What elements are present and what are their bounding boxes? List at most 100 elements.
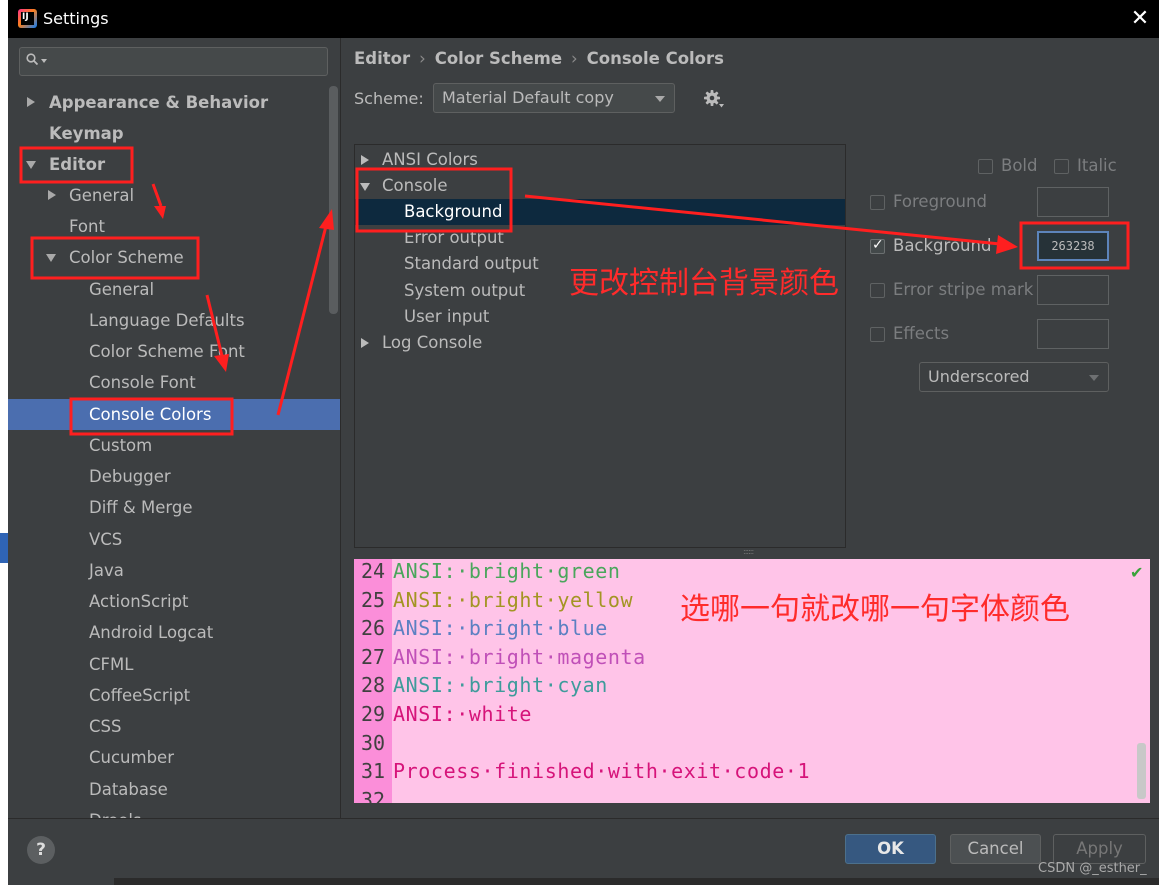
scheme-label: Scheme: [354, 89, 424, 108]
code-text: ANSI:·bright·cyan [393, 673, 608, 698]
attribute-tree: ANSI Colors Console Background Error out… [354, 144, 846, 548]
sidebar-item-color-scheme[interactable]: Color Scheme [8, 242, 340, 273]
settings-dialog: IJ Settings ✕ Appearance & Behavior Keym… [8, 0, 1159, 885]
intellij-app-icon: IJ [18, 9, 37, 28]
sidebar-item-editor[interactable]: Editor [8, 149, 340, 180]
cancel-button[interactable]: Cancel [950, 834, 1041, 864]
sidebar-item-language-defaults[interactable]: Language Defaults [8, 305, 340, 336]
line-number: 32 [361, 787, 386, 803]
effects-color-swatch[interactable] [1037, 319, 1109, 349]
sidebar-item-label: General [69, 186, 135, 205]
tree-node-console[interactable]: Console [355, 173, 845, 199]
sidebar-item-debugger[interactable]: Debugger [8, 461, 340, 492]
tree-node-system-output[interactable]: System output [355, 278, 845, 304]
error-stripe-checkbox[interactable] [870, 283, 885, 298]
expand-arrow-icon[interactable] [361, 155, 369, 165]
sidebar-item-console-colors[interactable]: Console Colors [8, 399, 340, 430]
expand-arrow-icon[interactable] [27, 97, 35, 107]
expand-arrow-icon[interactable] [361, 338, 369, 348]
background-window-fragment [0, 533, 8, 563]
code-line: 25 ANSI:·bright·yellow [354, 586, 1150, 615]
sidebar-item-label: CFML [89, 655, 134, 674]
sidebar-item-console-font[interactable]: Console Font [8, 367, 340, 398]
tree-node-ansi-colors[interactable]: ANSI Colors [355, 147, 845, 173]
sidebar-item-keymap[interactable]: Keymap [8, 118, 340, 149]
splitter-handle[interactable]: :::::: [743, 548, 761, 556]
tree-node-log-console[interactable]: Log Console [355, 330, 845, 356]
sidebar-item-cucumber[interactable]: Cucumber [8, 742, 340, 773]
code-text: ANSI:·bright·magenta [393, 644, 646, 669]
help-button[interactable]: ? [27, 836, 55, 864]
foreground-checkbox[interactable] [870, 195, 885, 210]
sidebar-item-label: Keymap [49, 124, 124, 143]
tree-node-background[interactable]: Background [355, 199, 845, 225]
sidebar-item-label: Font [69, 217, 105, 236]
line-number: 24 [361, 559, 386, 583]
collapse-arrow-icon[interactable] [360, 183, 370, 191]
sidebar-item-java[interactable]: Java [8, 555, 340, 586]
code-line: 32 [354, 786, 1150, 803]
bold-checkbox[interactable] [978, 159, 993, 174]
sidebar-item-label: General [89, 280, 155, 299]
tree-node-label: Error output [404, 228, 504, 247]
sidebar-item-diff-merge[interactable]: Diff & Merge [8, 492, 340, 523]
collapse-arrow-icon[interactable] [46, 254, 56, 262]
sidebar-item-database[interactable]: Database [8, 774, 340, 805]
tree-node-label: Standard output [404, 254, 539, 273]
sidebar-item-label: Debugger [89, 467, 171, 486]
foreground-color-swatch[interactable] [1037, 187, 1109, 217]
sidebar-item-label: Database [89, 780, 168, 799]
preview-scrollbar[interactable] [1137, 743, 1146, 799]
sidebar-item-vcs[interactable]: VCS [8, 524, 340, 555]
scheme-dropdown[interactable]: Material Default copy [433, 83, 675, 113]
sidebar-item-drools[interactable]: Drools [8, 805, 340, 818]
sidebar-item-coffeescript[interactable]: CoffeeScript [8, 680, 340, 711]
sidebar-item-appearance-behavior[interactable]: Appearance & Behavior [8, 87, 340, 118]
sidebar-item-label: Android Logcat [89, 623, 214, 642]
breadcrumb-editor[interactable]: Editor [354, 49, 410, 68]
sidebar-item-label: Diff & Merge [89, 498, 193, 517]
code-line: 24 ANSI:·bright·green [354, 559, 1150, 586]
tree-node-error-output[interactable]: Error output [355, 225, 845, 251]
close-icon[interactable]: ✕ [1127, 6, 1153, 32]
tree-node-label: Background [404, 202, 503, 221]
sidebar-item-custom[interactable]: Custom [8, 430, 340, 461]
error-stripe-color-swatch[interactable] [1037, 275, 1109, 305]
dialog-button-bar: ? OK Cancel Apply CSDN @_esther_ [8, 818, 1159, 885]
sidebar-item-css[interactable]: CSS [8, 711, 340, 742]
sidebar-item-label: Color Scheme Font [89, 342, 245, 361]
effects-checkbox[interactable] [870, 327, 885, 342]
tree-node-standard-output[interactable]: Standard output [355, 251, 845, 277]
sidebar-item-label: Custom [89, 436, 153, 455]
line-number: 28 [361, 673, 386, 698]
background-color-swatch[interactable]: 263238 [1037, 231, 1109, 261]
line-number: 27 [361, 644, 386, 669]
sidebar-item-font[interactable]: Font [8, 211, 340, 242]
sidebar-item-cfml[interactable]: CFML [8, 649, 340, 680]
tree-node-user-input[interactable]: User input [355, 304, 845, 330]
search-input[interactable] [19, 47, 328, 76]
sidebar-item-label: CSS [89, 717, 122, 736]
sidebar-item-color-scheme-font[interactable]: Color Scheme Font [8, 336, 340, 367]
sidebar-item-actionscript[interactable]: ActionScript [8, 586, 340, 617]
console-preview[interactable]: 24 ANSI:·bright·green 25 ANSI:·bright·yello… [354, 559, 1150, 803]
italic-checkbox[interactable] [1054, 159, 1069, 174]
sidebar-item-scheme-general[interactable]: General [8, 274, 340, 305]
expand-arrow-icon[interactable] [48, 190, 56, 200]
code-text: ANSI:·bright·blue [393, 616, 608, 641]
line-number: 31 [361, 759, 386, 784]
background-window-strip [0, 0, 8, 885]
background-checkbox[interactable] [870, 237, 885, 254]
sidebar-item-label: Cucumber [89, 748, 174, 767]
sidebar-item-android-logcat[interactable]: Android Logcat [8, 617, 340, 648]
ok-button[interactable]: OK [845, 834, 936, 864]
sidebar-item-label: Color Scheme [69, 248, 184, 267]
dropdown-caret-icon [655, 96, 665, 102]
gear-icon[interactable] [702, 88, 726, 112]
apply-button[interactable]: Apply [1053, 834, 1146, 864]
breadcrumb-color-scheme[interactable]: Color Scheme [435, 49, 562, 68]
sidebar-item-editor-general[interactable]: General [8, 180, 340, 211]
tree-node-label: System output [404, 281, 526, 300]
effects-type-dropdown[interactable]: Underscored [919, 362, 1109, 392]
collapse-arrow-icon[interactable] [26, 161, 36, 169]
